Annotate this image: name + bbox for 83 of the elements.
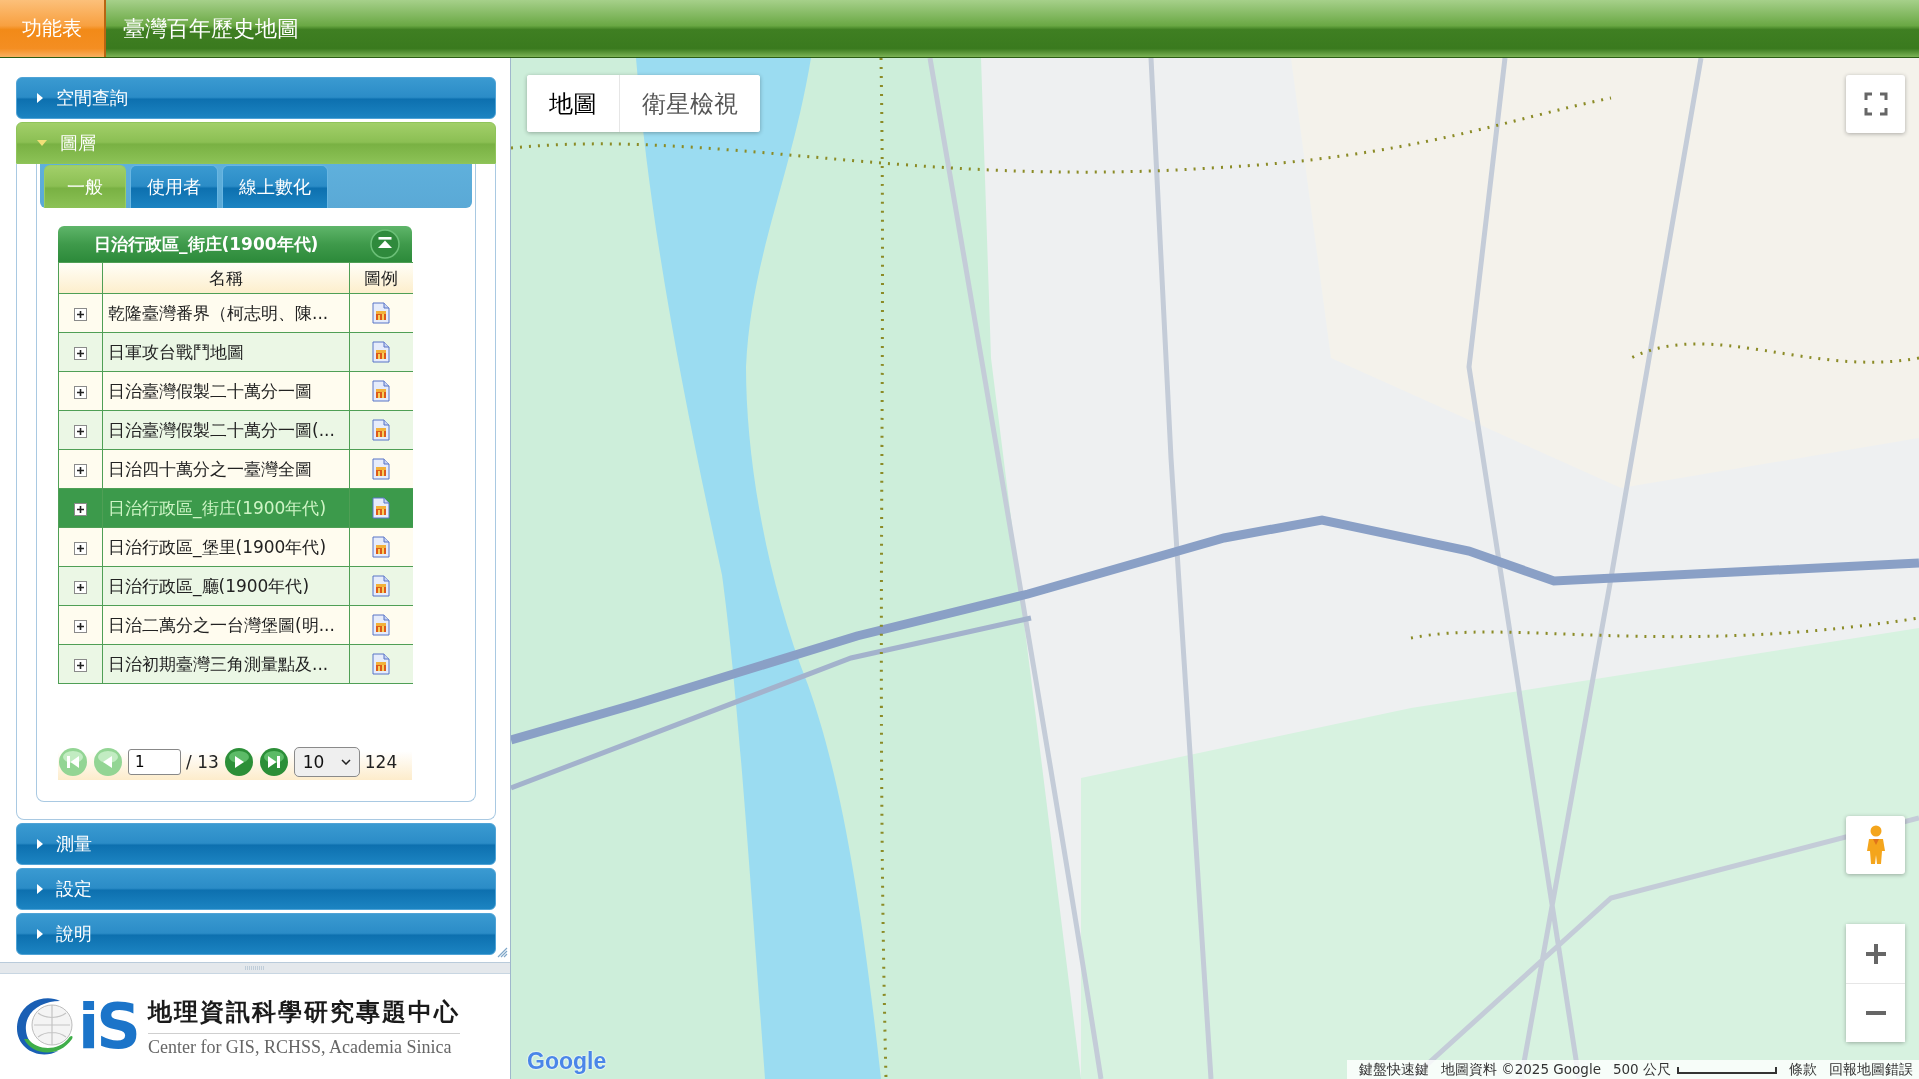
caret-right-icon [37,884,43,894]
layer-row[interactable]: 乾隆臺灣番界（柯志明、陳... [58,293,413,333]
report-error-link[interactable]: 回報地圖錯誤 [1829,1060,1913,1079]
column-header: 名稱 [102,262,350,294]
logo-subtitle: Center for GIS, RCHSS, Academia Sinica [147,1035,453,1058]
caret-right-icon [37,839,43,849]
expand-icon[interactable] [74,463,87,477]
layer-name: 日治臺灣假製二十萬分一圖(... [102,410,350,450]
caret-right-icon [37,93,43,103]
expand-icon[interactable] [74,580,87,594]
image-file-icon[interactable] [371,653,392,675]
layer-name: 日治行政區_堡里(1900年代) [102,527,350,567]
map-type-tab[interactable]: 衛星檢視 [619,75,760,132]
layer-row[interactable]: 日治行政區_廳(1900年代) [58,566,413,606]
table-title: 日治行政區_街庄(1900年代) [94,232,319,256]
image-file-icon[interactable] [371,536,392,558]
tab[interactable]: 使用者 [130,165,218,208]
caret-right-icon [37,929,43,939]
expand-icon[interactable] [74,619,87,633]
expand-icon[interactable] [74,541,87,555]
layer-row[interactable]: 日治初期臺灣三角測量點及... [58,644,413,684]
chevron-down-icon [340,759,351,765]
map-data-attribution: 地圖資料 ©2025 Google [1440,1060,1601,1079]
map-type-tab[interactable]: 地圖 [527,75,619,132]
app-title: 臺灣百年歷史地圖 [122,14,299,43]
layer-name: 日治臺灣假製二十萬分一圖 [102,371,350,411]
layer-name: 日治行政區_街庄(1900年代) [102,488,350,528]
logo-title: 地理資訊科學研究專題中心 [147,995,460,1034]
next-page-icon[interactable] [223,747,254,777]
page-input[interactable]: 1 [128,749,181,775]
person-icon [1864,825,1887,865]
caret-down-icon [37,140,47,146]
collapse-icon[interactable] [370,229,400,259]
layer-row[interactable]: 日治臺灣假製二十萬分一圖(... [58,410,413,450]
keyboard-shortcuts-link[interactable]: 鍵盤快速鍵 [1358,1060,1429,1079]
image-file-icon[interactable] [371,458,392,480]
layer-row[interactable]: 日治二萬分之一台灣堡圖(明... [58,605,413,645]
scale-bar-icon [1677,1064,1777,1075]
page-size-select[interactable]: 10 [293,747,360,777]
fullscreen-icon [1863,92,1888,116]
record-count: 124 [364,752,398,772]
expand-icon[interactable] [74,346,87,360]
image-file-icon[interactable] [371,302,392,324]
zoom-out-button[interactable] [1846,983,1905,1042]
logo-mark: iS [78,995,138,1058]
minus-icon [1864,1011,1887,1015]
layer-row[interactable]: 日軍攻台戰鬥地圖 [58,332,413,372]
terms-link[interactable]: 條款 [1789,1060,1817,1079]
scale-label: 500 公尺 [1612,1060,1671,1079]
expand-icon[interactable] [74,502,87,516]
last-page-icon[interactable] [258,747,289,777]
page-total: / 13 [186,752,219,772]
plus-icon [1864,942,1887,965]
image-file-icon[interactable] [371,380,392,402]
layer-name: 日治行政區_廳(1900年代) [102,566,350,606]
image-file-icon[interactable] [371,614,392,636]
section-header[interactable]: 測量 [16,823,496,865]
layer-name: 日治二萬分之一台灣堡圖(明... [102,605,350,645]
layer-name: 日治四十萬分之一臺灣全圖 [102,449,350,489]
expand-icon[interactable] [74,307,87,321]
image-file-icon[interactable] [371,497,392,519]
section-header[interactable]: 設定 [16,868,496,910]
expand-icon[interactable] [74,424,87,438]
grip-icon [244,966,266,970]
google-logo: Google [527,1048,607,1075]
column-header: 圖例 [349,262,413,294]
image-file-icon[interactable] [371,419,392,441]
layer-name: 日治初期臺灣三角測量點及... [102,644,350,684]
expand-icon[interactable] [74,658,87,672]
layer-row[interactable]: 日治四十萬分之一臺灣全圖 [58,449,413,489]
resize-grip-icon[interactable] [496,946,508,958]
zoom-in-button[interactable] [1846,924,1905,983]
layer-name: 乾隆臺灣番界（柯志明、陳... [102,293,350,333]
layer-name: 日軍攻台戰鬥地圖 [102,332,350,372]
tab[interactable]: 線上數化 [222,165,328,208]
section-header[interactable]: 空間查詢 [16,77,496,119]
layer-row[interactable]: 日治臺灣假製二十萬分一圖 [58,371,413,411]
expand-icon[interactable] [74,385,87,399]
image-file-icon[interactable] [371,341,392,363]
section-header[interactable]: 說明 [16,913,496,955]
layer-row[interactable]: 日治行政區_堡里(1900年代) [58,527,413,567]
image-file-icon[interactable] [371,575,392,597]
fullscreen-button[interactable] [1846,75,1905,133]
